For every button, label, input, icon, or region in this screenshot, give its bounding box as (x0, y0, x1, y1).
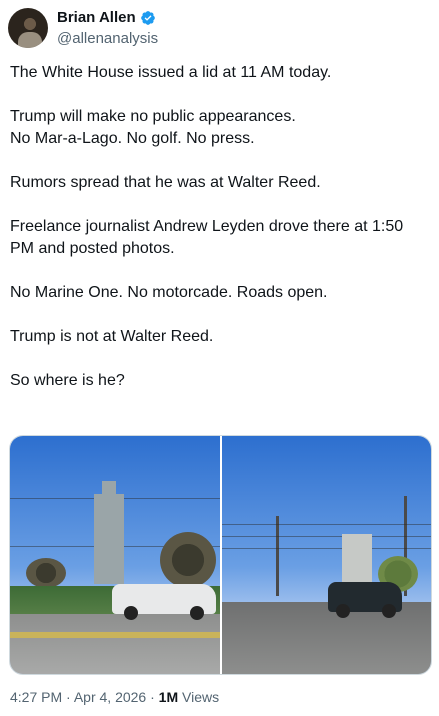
car-wheel (124, 606, 138, 620)
tweet: Brian Allen @allenanalysis The White Hou… (0, 0, 439, 716)
tweet-paragraph: No Marine One. No motorcade. Roads open. (10, 284, 328, 301)
road (221, 602, 431, 674)
tweet-text: The White House issued a lid at 11 AM to… (10, 62, 430, 414)
tweet-meta: 4:27 PM · Apr 4, 2026 · 1M Views (10, 689, 219, 705)
car-wheel (190, 606, 204, 620)
verified-badge-icon[interactable] (140, 10, 156, 26)
tree (160, 532, 216, 588)
tweet-date[interactable]: Apr 4, 2026 (74, 689, 146, 705)
views-count[interactable]: 1M (159, 689, 178, 705)
car-wheel (335, 604, 350, 618)
tweet-header: Brian Allen @allenanalysis (8, 8, 158, 48)
road (10, 614, 220, 674)
author-names: Brian Allen @allenanalysis (57, 9, 158, 47)
avatar[interactable] (8, 8, 48, 48)
meta-separator: · (66, 689, 71, 705)
power-line (221, 548, 431, 549)
tweet-paragraph: Rumors spread that he was at Walter Reed… (10, 174, 321, 191)
building-tower-top (102, 481, 116, 499)
media-grid (9, 435, 432, 675)
handle[interactable]: @allenanalysis (57, 30, 158, 47)
views-label: Views (182, 689, 220, 705)
display-name[interactable]: Brian Allen (57, 9, 136, 26)
tweet-paragraph: The White House issued a lid at 11 AM to… (10, 64, 332, 81)
building-tower (94, 494, 124, 584)
display-name-row: Brian Allen (57, 9, 158, 26)
tweet-paragraph: So where is he? (10, 372, 125, 389)
car-wheel (381, 604, 396, 618)
meta-separator: · (150, 689, 155, 705)
power-line (221, 536, 431, 537)
tweet-time[interactable]: 4:27 PM (10, 689, 62, 705)
tweet-paragraph: Freelance journalist Andrew Leyden drove… (10, 218, 404, 257)
photo-walter-reed-tower[interactable] (10, 436, 220, 674)
curb (10, 632, 220, 638)
power-line (221, 524, 431, 525)
photo-open-road[interactable] (221, 436, 431, 674)
tweet-paragraph: Trump is not at Walter Reed. (10, 328, 214, 345)
utility-pole (275, 516, 279, 596)
tweet-paragraph: Trump will make no public appearances. N… (10, 108, 296, 147)
tree (26, 558, 66, 588)
